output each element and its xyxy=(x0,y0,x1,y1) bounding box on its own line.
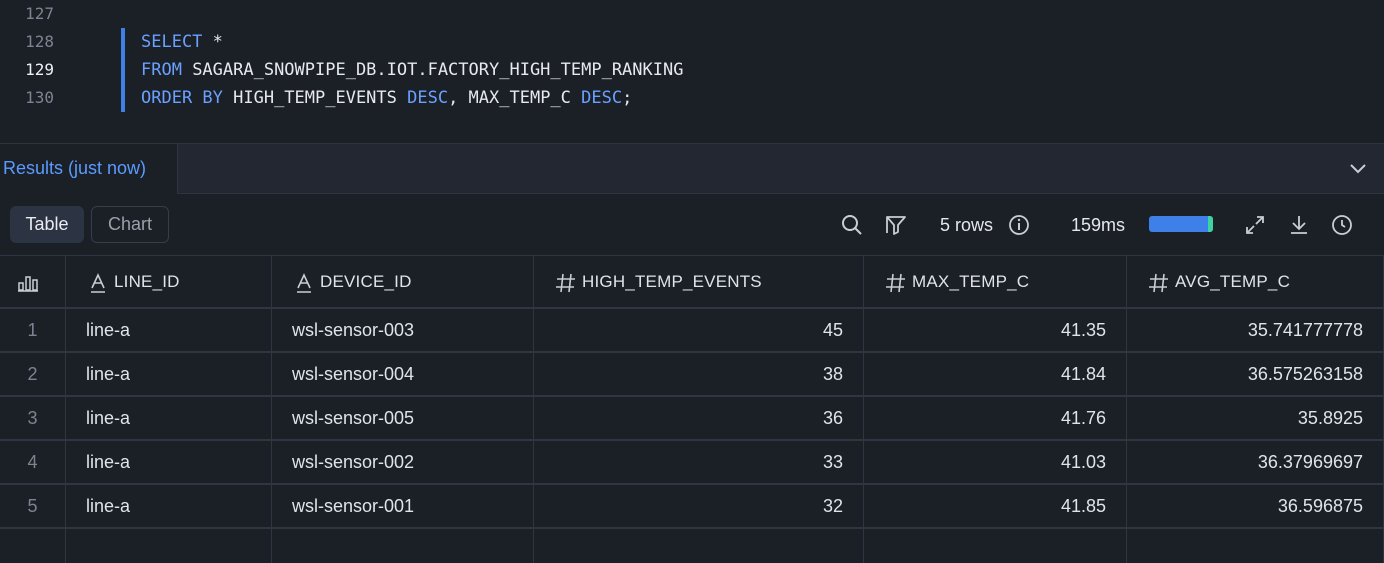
table-cell[interactable]: 36.575263158 xyxy=(1127,353,1384,395)
expand-icon[interactable] xyxy=(1243,213,1267,237)
row-number: 3 xyxy=(0,397,66,439)
row-number: 1 xyxy=(0,309,66,351)
sql-text: HIGH_TEMP_EVENTS xyxy=(222,88,408,108)
table-cell[interactable]: line-a xyxy=(66,397,272,439)
text-type-icon xyxy=(91,273,105,293)
row-number: 5 xyxy=(0,485,66,527)
sql-keyword: DESC xyxy=(407,88,449,108)
results-table: LINE_ID DEVICE_ID HIGH_TEMP_EVENTS MAX_TEMP… xyxy=(0,255,1384,563)
info-icon[interactable] xyxy=(1007,213,1031,237)
table-cell[interactable]: wsl-sensor-002 xyxy=(272,441,534,483)
query-progress-fill xyxy=(1149,216,1213,232)
empty-row-area xyxy=(272,528,534,563)
table-cell[interactable]: 35.741777778 xyxy=(1127,309,1384,351)
code-text[interactable]: ORDER BY HIGH_TEMP_EVENTS DESC, MAX_TEMP… xyxy=(141,84,632,112)
row-number: 4 xyxy=(0,441,66,483)
table-cell[interactable]: 41.76 xyxy=(864,397,1127,439)
results-tab[interactable]: Results (just now) xyxy=(0,144,178,194)
column-stats-icon[interactable] xyxy=(16,271,40,295)
empty-row-area xyxy=(864,528,1127,563)
table-cell[interactable]: 41.84 xyxy=(864,353,1127,395)
table-view-button[interactable]: Table xyxy=(10,206,84,243)
line-number: 129 xyxy=(25,60,54,79)
table-cell[interactable]: line-a xyxy=(66,485,272,527)
table-row[interactable]: 1 line-a wsl-sensor-003 45 41.35 35.741777778 xyxy=(0,309,1384,353)
column-stats-header[interactable] xyxy=(0,255,66,309)
results-header: Results (just now) xyxy=(0,143,1384,194)
table-cell[interactable]: 41.03 xyxy=(864,441,1127,483)
table-cell[interactable]: 36 xyxy=(534,397,864,439)
code-text[interactable]: FROM SAGARA_SNOWPIPE_DB.IOT.FACTORY_HIGH… xyxy=(141,56,683,84)
download-icon[interactable] xyxy=(1287,213,1311,237)
table-cell[interactable]: 36.37969697 xyxy=(1127,441,1384,483)
line-number: 127 xyxy=(25,4,54,23)
code-line[interactable]: 130 ORDER BY HIGH_TEMP_EVENTS DESC, MAX_T… xyxy=(0,84,1384,112)
chevron-down-icon[interactable] xyxy=(1348,158,1368,178)
column-header-label: AVG_TEMP_C xyxy=(1175,272,1291,291)
table-row[interactable]: 2 line-a wsl-sensor-004 38 41.84 36.575263158 xyxy=(0,353,1384,397)
history-clock-icon[interactable] xyxy=(1330,213,1354,237)
table-cell[interactable]: 41.35 xyxy=(864,309,1127,351)
table-cell[interactable]: 35.8925 xyxy=(1127,397,1384,439)
empty-row-area xyxy=(534,528,864,563)
sql-keyword: ORDER BY xyxy=(141,88,223,108)
table-cell[interactable]: 32 xyxy=(534,485,864,527)
row-number: 2 xyxy=(0,353,66,395)
line-number: 130 xyxy=(25,88,54,107)
table-row[interactable]: 3 line-a wsl-sensor-005 36 41.76 35.8925 xyxy=(0,397,1384,441)
code-line[interactable]: 127 xyxy=(0,0,1384,28)
sql-editor[interactable]: 127 128 SELECT * 129 FROM SAGARA_SNOWPIPE_DB… xyxy=(0,0,1384,143)
code-text[interactable]: SELECT * xyxy=(141,28,223,56)
sql-keyword: SELECT xyxy=(141,32,203,52)
sql-text: ; xyxy=(622,88,633,108)
column-header-label: MAX_TEMP_C xyxy=(912,272,1030,291)
query-progress-bar xyxy=(1149,216,1213,232)
sql-keyword: FROM xyxy=(141,60,182,80)
text-type-icon xyxy=(297,273,311,293)
table-cell[interactable]: wsl-sensor-001 xyxy=(272,485,534,527)
column-header-label: LINE_ID xyxy=(114,272,180,291)
sql-text: , MAX_TEMP_C xyxy=(448,88,582,108)
table-cell[interactable]: line-a xyxy=(66,309,272,351)
table-cell[interactable]: 45 xyxy=(534,309,864,351)
empty-row-area xyxy=(66,528,272,563)
table-row[interactable]: 5 line-a wsl-sensor-001 32 41.85 36.596875 xyxy=(0,485,1384,529)
table-cell[interactable]: 38 xyxy=(534,353,864,395)
table-cell[interactable]: wsl-sensor-003 xyxy=(272,309,534,351)
number-type-icon xyxy=(556,273,575,293)
table-cell[interactable]: line-a xyxy=(66,353,272,395)
line-number: 128 xyxy=(25,32,54,51)
table-cell[interactable]: wsl-sensor-004 xyxy=(272,353,534,395)
column-header-high-temp-events[interactable]: HIGH_TEMP_EVENTS xyxy=(534,255,864,309)
filter-icon[interactable] xyxy=(884,213,908,237)
table-row[interactable]: 4 line-a wsl-sensor-002 33 41.03 36.37969697 xyxy=(0,441,1384,485)
column-header-max-temp-c[interactable]: MAX_TEMP_C xyxy=(864,255,1127,309)
column-header-label: DEVICE_ID xyxy=(320,272,412,291)
column-header-label: HIGH_TEMP_EVENTS xyxy=(582,272,762,291)
sql-text: SAGARA_SNOWPIPE_DB.IOT.FACTORY_HIGH_TEMP… xyxy=(181,60,684,80)
sql-text: * xyxy=(202,32,223,52)
query-duration: 159ms xyxy=(1071,215,1126,235)
table-cell[interactable]: line-a xyxy=(66,441,272,483)
number-type-icon xyxy=(1149,273,1168,293)
chart-view-button[interactable]: Chart xyxy=(91,206,169,243)
sql-keyword: DESC xyxy=(581,88,623,108)
table-cell[interactable]: wsl-sensor-005 xyxy=(272,397,534,439)
column-header-avg-temp-c[interactable]: AVG_TEMP_C xyxy=(1127,255,1384,309)
table-cell[interactable]: 41.85 xyxy=(864,485,1127,527)
code-line[interactable]: 129 FROM SAGARA_SNOWPIPE_DB.IOT.FACTORY_H… xyxy=(0,56,1384,84)
table-cell[interactable]: 33 xyxy=(534,441,864,483)
row-count: 5 rows xyxy=(940,215,994,235)
column-header-device-id[interactable]: DEVICE_ID xyxy=(272,255,534,309)
empty-row-area xyxy=(1127,528,1384,563)
column-header-line-id[interactable]: LINE_ID xyxy=(66,255,272,309)
code-line[interactable]: 128 SELECT * xyxy=(0,28,1384,56)
empty-row-area xyxy=(0,528,66,563)
number-type-icon xyxy=(886,273,905,293)
table-cell[interactable]: 36.596875 xyxy=(1127,485,1384,527)
search-icon[interactable] xyxy=(840,213,864,237)
